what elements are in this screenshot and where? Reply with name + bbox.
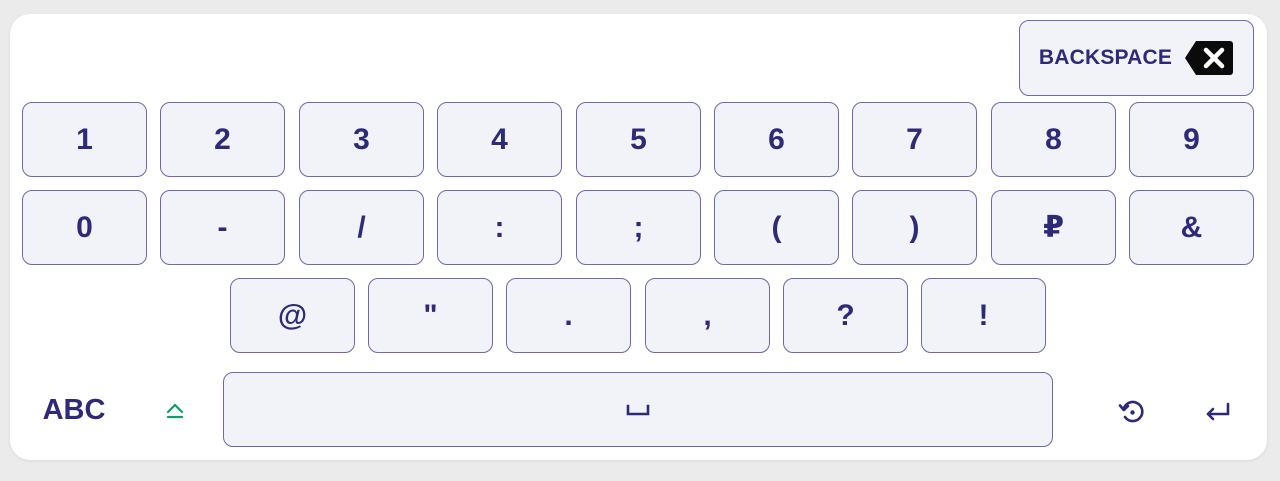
key-comma[interactable]: , [645, 278, 770, 353]
key-label: 1 [76, 122, 93, 156]
shift-button[interactable] [160, 396, 190, 426]
space-icon [626, 403, 650, 417]
key-8[interactable]: 8 [991, 102, 1116, 177]
key-slash[interactable]: / [299, 190, 424, 265]
key-2[interactable]: 2 [160, 102, 285, 177]
key-9[interactable]: 9 [1129, 102, 1254, 177]
key-label: 8 [1045, 122, 1062, 156]
key-label: 3 [353, 122, 370, 156]
key-0[interactable]: 0 [22, 190, 147, 265]
enter-button[interactable] [1200, 394, 1236, 430]
key-4[interactable]: 4 [437, 102, 562, 177]
key-6[interactable]: 6 [714, 102, 839, 177]
key-5[interactable]: 5 [576, 102, 701, 177]
backspace-label: BACKSPACE [1038, 46, 1173, 69]
key-label: 4 [491, 122, 508, 156]
key-label: 6 [768, 122, 785, 156]
key-label: 9 [1183, 122, 1200, 156]
key-7[interactable]: 7 [852, 102, 977, 177]
space-key[interactable] [223, 372, 1053, 447]
shift-icon [165, 401, 185, 421]
reset-button[interactable] [1114, 394, 1150, 430]
key-label: 0 [76, 210, 93, 244]
backspace-button[interactable]: BACKSPACE [1019, 20, 1254, 96]
backspace-icon [1184, 39, 1234, 77]
key-label: - [217, 210, 228, 244]
key-semicolon[interactable]: ; [576, 190, 701, 265]
key-label: ) [909, 210, 920, 244]
key-hyphen[interactable]: - [160, 190, 285, 265]
key-label: ( [771, 210, 782, 244]
key-label: , [703, 298, 712, 332]
key-label: ₽ [1043, 211, 1064, 244]
key-label: " [423, 298, 438, 332]
abc-mode-button[interactable]: ABC [36, 390, 112, 430]
key-left-paren[interactable]: ( [714, 190, 839, 265]
key-label: . [564, 298, 573, 332]
key-label: 7 [906, 122, 923, 156]
key-label: & [1180, 210, 1203, 244]
key-label: / [357, 210, 366, 244]
key-at[interactable]: @ [230, 278, 355, 353]
abc-label: ABC [42, 393, 106, 426]
key-exclamation[interactable]: ! [921, 278, 1046, 353]
rotate-left-icon [1117, 397, 1147, 427]
key-label: @ [277, 298, 308, 332]
key-ruble[interactable]: ₽ [991, 190, 1116, 265]
key-label: ? [836, 298, 855, 332]
keyboard-panel: BACKSPACE 1 2 3 4 5 6 7 8 9 0 - / : ; ( … [10, 14, 1267, 460]
key-label: 5 [630, 122, 647, 156]
key-right-paren[interactable]: ) [852, 190, 977, 265]
key-label: : [494, 210, 505, 244]
key-label: ; [633, 210, 644, 244]
enter-icon [1204, 400, 1232, 424]
key-period[interactable]: . [506, 278, 631, 353]
key-label: 2 [214, 122, 231, 156]
key-question[interactable]: ? [783, 278, 908, 353]
key-label: ! [978, 298, 989, 332]
key-1[interactable]: 1 [22, 102, 147, 177]
key-3[interactable]: 3 [299, 102, 424, 177]
key-ampersand[interactable]: & [1129, 190, 1254, 265]
key-quote[interactable]: " [368, 278, 493, 353]
key-colon[interactable]: : [437, 190, 562, 265]
